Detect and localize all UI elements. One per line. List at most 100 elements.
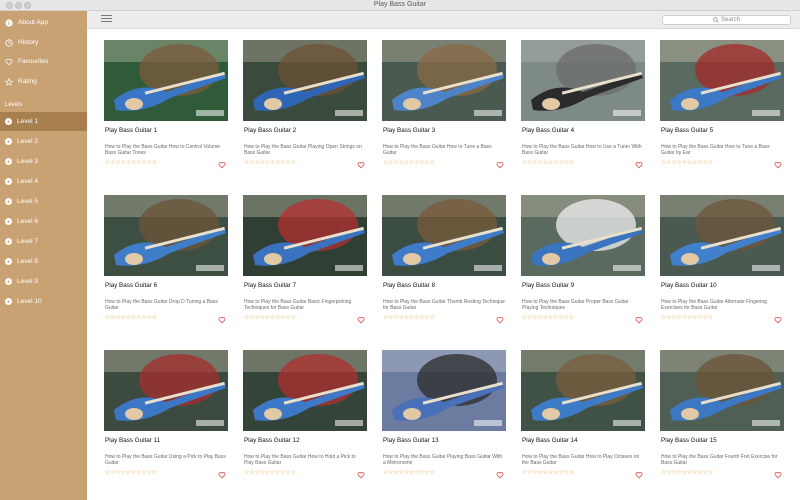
level-icon: ● [5,218,12,225]
video-thumbnail[interactable] [104,195,228,276]
rating-stars[interactable]: ☆☆☆☆☆☆☆☆☆☆ [661,314,713,321]
heart-icon[interactable] [496,311,504,324]
sidebar-item-label: Favourites [18,58,49,65]
video-thumbnail[interactable] [660,40,784,121]
video-title[interactable]: Play Bass Guitar 12 [244,437,366,444]
sidebar-item-about-app[interactable]: About App [0,13,87,32]
video-thumbnail[interactable] [660,195,784,276]
heart-icon[interactable] [635,156,643,169]
video-title[interactable]: Play Bass Guitar 6 [105,282,227,289]
clock-icon [5,38,13,47]
heart-icon[interactable] [774,311,782,324]
heart-icon[interactable] [496,156,504,169]
video-title[interactable]: Play Bass Guitar 15 [661,437,783,444]
level-icon: ● [5,238,12,245]
heart-icon[interactable] [774,156,782,169]
rating-stars[interactable]: ☆☆☆☆☆☆☆☆☆☆ [661,469,713,476]
video-title[interactable]: Play Bass Guitar 3 [383,127,505,134]
sidebar-item-rating[interactable]: Rating [0,72,87,91]
heart-icon[interactable] [218,466,226,479]
level-icon: ● [5,278,12,285]
app-window: Play Bass Guitar About App History Favou… [0,0,800,500]
heart-icon[interactable] [218,311,226,324]
video-thumbnail[interactable] [243,40,367,121]
video-thumbnail[interactable] [660,350,784,431]
heart-icon[interactable] [357,466,365,479]
rating-stars[interactable]: ☆☆☆☆☆☆☆☆☆☆ [244,469,296,476]
video-title[interactable]: Play Bass Guitar 10 [661,282,783,289]
video-description: How to Play the Bass Guitar Fourth Fret … [661,454,778,466]
video-title[interactable]: Play Bass Guitar 5 [661,127,783,134]
video-description: How to Play the Bass Guitar How to Tune … [661,144,770,156]
list-icon[interactable] [101,15,112,25]
rating-stars[interactable]: ☆☆☆☆☆☆☆☆☆☆ [383,159,435,166]
video-description: How to Play the Bass Guitar How to Play … [522,454,640,466]
sidebar-item-level-10[interactable]: ● Level 10 [0,292,87,311]
rating-stars[interactable]: ☆☆☆☆☆☆☆☆☆☆ [522,159,574,166]
video-title[interactable]: Play Bass Guitar 11 [105,437,227,444]
video-thumbnail[interactable] [382,195,506,276]
sidebar-item-level-2[interactable]: ● Level 2 [0,132,87,151]
video-thumbnail[interactable] [521,40,645,121]
heart-icon[interactable] [635,466,643,479]
rating-stars[interactable]: ☆☆☆☆☆☆☆☆☆☆ [522,314,574,321]
video-thumbnail[interactable] [382,40,506,121]
heart-icon[interactable] [357,311,365,324]
sidebar-item-history[interactable]: History [0,33,87,52]
video-thumbnail[interactable] [104,350,228,431]
search-placeholder: Search [720,17,740,23]
rating-stars[interactable]: ☆☆☆☆☆☆☆☆☆☆ [105,469,157,476]
levels-header: Levels [5,102,23,108]
video-title[interactable]: Play Bass Guitar 8 [383,282,505,289]
heart-icon[interactable] [774,466,782,479]
rating-stars[interactable]: ☆☆☆☆☆☆☆☆☆☆ [244,159,296,166]
video-title[interactable]: Play Bass Guitar 4 [522,127,644,134]
rating-stars[interactable]: ☆☆☆☆☆☆☆☆☆☆ [522,469,574,476]
sidebar-item-level-8[interactable]: ● Level 8 [0,252,87,271]
video-description: How to Play the Bass Guitar How to Contr… [105,144,221,156]
video-title[interactable]: Play Bass Guitar 2 [244,127,366,134]
video-thumbnail[interactable] [243,350,367,431]
sidebar-item-level-5[interactable]: ● Level 5 [0,192,87,211]
sidebar-item-level-6[interactable]: ● Level 6 [0,212,87,231]
video-thumbnail[interactable] [521,195,645,276]
heart-icon[interactable] [496,466,504,479]
sidebar-item-level-4[interactable]: ● Level 4 [0,172,87,191]
video-description: How to Play the Bass Guitar How to Use a… [522,144,642,156]
sidebar-item-level-3[interactable]: ● Level 3 [0,152,87,171]
rating-stars[interactable]: ☆☆☆☆☆☆☆☆☆☆ [105,159,157,166]
rating-stars[interactable]: ☆☆☆☆☆☆☆☆☆☆ [383,314,435,321]
sidebar-item-favourites[interactable]: Favourites [0,52,87,71]
video-description: How to Play the Bass Guitar How to Hold … [244,454,356,466]
video-title[interactable]: Play Bass Guitar 13 [383,437,505,444]
sidebar-item-level-9[interactable]: ● Level 9 [0,272,87,291]
video-thumbnail[interactable] [104,40,228,121]
level-icon: ● [5,158,12,165]
video-title[interactable]: Play Bass Guitar 14 [522,437,644,444]
heart-icon[interactable] [218,156,226,169]
video-description: How to Play the Bass Guitar Proper Bass … [522,299,629,311]
heart-icon[interactable] [357,156,365,169]
rating-stars[interactable]: ☆☆☆☆☆☆☆☆☆☆ [244,314,296,321]
sidebar-item-level-7[interactable]: ● Level 7 [0,232,87,251]
search-input[interactable]: Search [662,15,791,25]
video-thumbnail[interactable] [243,195,367,276]
video-title[interactable]: Play Bass Guitar 1 [105,127,227,134]
video-title[interactable]: Play Bass Guitar 7 [244,282,366,289]
rating-stars[interactable]: ☆☆☆☆☆☆☆☆☆☆ [105,314,157,321]
video-description: How to Play the Bass Guitar Drop D Tunin… [105,299,218,311]
video-thumbnail[interactable] [382,350,506,431]
sidebar-item-label: Level 7 [17,238,38,245]
star-outline-icon [5,77,13,86]
sidebar-item-label: Level 8 [17,258,38,265]
video-title[interactable]: Play Bass Guitar 9 [522,282,644,289]
sidebar-item-label: Level 5 [17,198,38,205]
sidebar-item-label: Level 4 [17,178,38,185]
heart-icon[interactable] [635,311,643,324]
heart-outline-icon [5,58,13,66]
sidebar-item-level-1[interactable]: ● Level 1 [0,112,87,131]
rating-stars[interactable]: ☆☆☆☆☆☆☆☆☆☆ [661,159,713,166]
video-thumbnail[interactable] [521,350,645,431]
rating-stars[interactable]: ☆☆☆☆☆☆☆☆☆☆ [383,469,435,476]
sidebar-item-label: Level 6 [17,218,38,225]
